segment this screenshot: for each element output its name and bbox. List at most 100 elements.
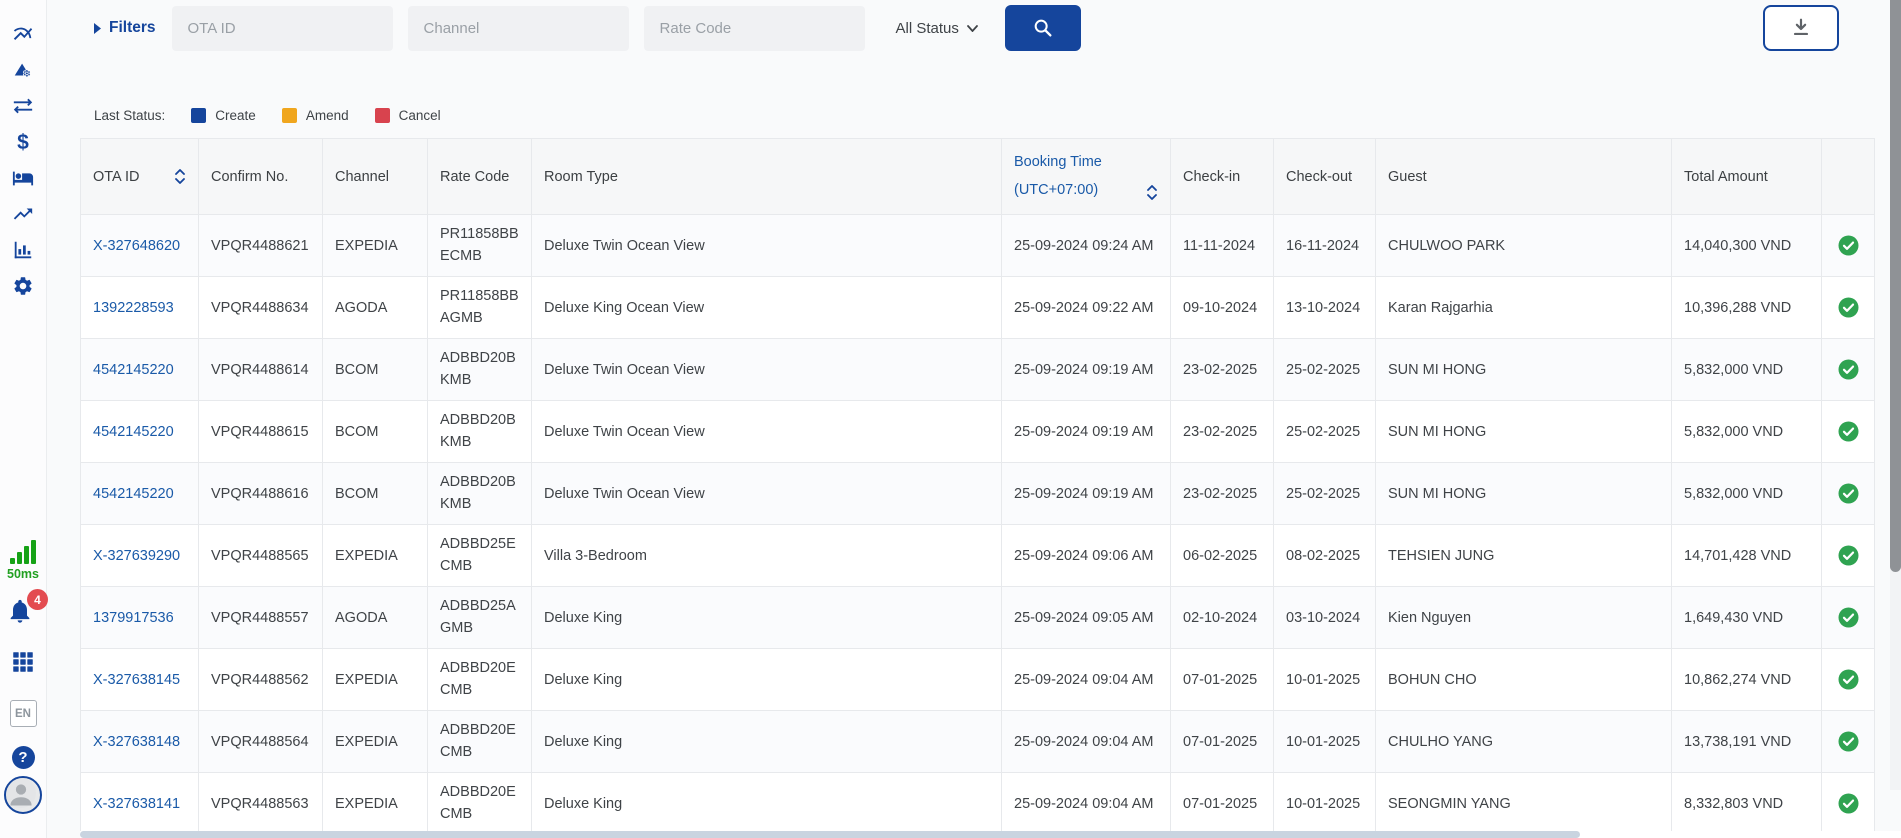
- cell-booking-time: 25-09-2024 09:24 AM: [1002, 215, 1171, 277]
- person-icon: [6, 778, 36, 808]
- success-check-icon: [1838, 607, 1859, 628]
- cell-total-amount: 13,738,191 VND: [1672, 711, 1822, 773]
- header-check-out: Check-out: [1274, 139, 1376, 215]
- search-button[interactable]: [1005, 5, 1081, 51]
- cell-rate-code: ADBBD20ECMB: [428, 711, 532, 773]
- table-row: 1392228593VPQR4488634AGODAPR11858BBAGMBD…: [81, 277, 1875, 339]
- cell-ota-id: 1392228593: [81, 277, 199, 339]
- hotel-bed-icon: [12, 167, 34, 189]
- sort-icon[interactable]: [174, 169, 186, 184]
- cell-rate-code: ADBBD25AGMB: [428, 587, 532, 649]
- cell-ota-id: 4542145220: [81, 339, 199, 401]
- vertical-scrollbar-thumb[interactable]: [1890, 0, 1901, 572]
- latency-label: 50ms: [7, 567, 39, 581]
- booking-table-body: X-327648620VPQR4488621EXPEDIAPR11858BBEC…: [81, 215, 1875, 835]
- cell-status: [1822, 525, 1875, 587]
- ota-id-link[interactable]: X-327638141: [93, 796, 180, 812]
- cell-guest: TEHSIEN JUNG: [1376, 525, 1672, 587]
- ota-id-link[interactable]: X-327638145: [93, 672, 180, 688]
- sidebar-item-finance[interactable]: $: [8, 124, 38, 160]
- cell-check-out: 10-01-2025: [1274, 649, 1376, 711]
- language-switcher[interactable]: EN: [10, 700, 37, 727]
- ota-id-link[interactable]: 4542145220: [93, 424, 174, 440]
- sidebar-nav: $: [8, 0, 38, 304]
- table-row: 4542145220VPQR4488616BCOMADBBD20BKMBDelu…: [81, 463, 1875, 525]
- cell-channel: AGODA: [323, 587, 428, 649]
- cell-check-out: 10-01-2025: [1274, 711, 1376, 773]
- header-channel: Channel: [323, 139, 428, 215]
- header-booking-time: Booking Time (UTC+07:00): [1002, 139, 1171, 215]
- rate-code-input[interactable]: [644, 6, 865, 51]
- user-avatar[interactable]: [4, 776, 42, 814]
- header-confirm-no: Confirm No.: [199, 139, 323, 215]
- ota-id-link[interactable]: X-327639290: [93, 548, 180, 564]
- multiline-chart-icon: [12, 23, 34, 45]
- cell-booking-time: 25-09-2024 09:22 AM: [1002, 277, 1171, 339]
- cell-check-in: 06-02-2025: [1171, 525, 1274, 587]
- cell-channel: EXPEDIA: [323, 711, 428, 773]
- sidebar-item-settings[interactable]: [8, 268, 38, 304]
- cell-rate-code: PR11858BBAGMB: [428, 277, 532, 339]
- cell-check-out: 25-02-2025: [1274, 339, 1376, 401]
- sidebar-item-trends[interactable]: [8, 196, 38, 232]
- sort-icon[interactable]: [1146, 185, 1158, 200]
- filters-toggle[interactable]: Filters: [94, 19, 156, 37]
- status-legend: Last Status: Create Amend Cancel: [94, 108, 1890, 123]
- bookings-table-container: OTA ID Confirm No. Channel Rate Code Roo…: [80, 138, 1875, 835]
- ota-id-link[interactable]: 4542145220: [93, 362, 174, 378]
- sidebar-item-reports[interactable]: [8, 232, 38, 268]
- channel-input[interactable]: [408, 6, 629, 51]
- cell-room-type: Deluxe King: [532, 773, 1002, 835]
- ota-id-link[interactable]: 4542145220: [93, 486, 174, 502]
- notifications-button[interactable]: 4: [6, 597, 40, 631]
- cell-room-type: Deluxe King: [532, 649, 1002, 711]
- cell-guest: SUN MI HONG: [1376, 339, 1672, 401]
- cell-booking-time: 25-09-2024 09:19 AM: [1002, 339, 1171, 401]
- bar-chart-icon: [12, 239, 34, 261]
- legend-item-cancel: Cancel: [375, 108, 441, 123]
- table-row: 4542145220VPQR4488615BCOMADBBD20BKMBDelu…: [81, 401, 1875, 463]
- table-row: 1379917536VPQR4488557AGODAADBBD25AGMBDel…: [81, 587, 1875, 649]
- cell-confirm-no: VPQR4488562: [199, 649, 323, 711]
- cell-status: [1822, 339, 1875, 401]
- cell-channel: EXPEDIA: [323, 649, 428, 711]
- apps-menu-button[interactable]: [10, 649, 36, 680]
- table-row: X-327648620VPQR4488621EXPEDIAPR11858BBEC…: [81, 215, 1875, 277]
- header-check-in: Check-in: [1171, 139, 1274, 215]
- cell-booking-time: 25-09-2024 09:04 AM: [1002, 773, 1171, 835]
- ota-id-link[interactable]: 1392228593: [93, 300, 174, 316]
- cell-ota-id: 4542145220: [81, 401, 199, 463]
- sidebar-item-analytics-settings[interactable]: [8, 52, 38, 88]
- cell-booking-time: 25-09-2024 09:04 AM: [1002, 711, 1171, 773]
- swap-arrows-icon: [12, 95, 34, 117]
- cell-room-type: Deluxe King Ocean View: [532, 277, 1002, 339]
- sidebar-item-rooms[interactable]: [8, 160, 38, 196]
- settings-gear-icon: [12, 275, 34, 297]
- cell-check-in: 02-10-2024: [1171, 587, 1274, 649]
- chevron-down-icon: [967, 25, 978, 32]
- header-label: OTA ID: [93, 169, 139, 185]
- cell-check-in: 23-02-2025: [1171, 339, 1274, 401]
- cell-rate-code: ADBBD20BKMB: [428, 401, 532, 463]
- table-row: X-327639290VPQR4488565EXPEDIAADBBD25ECMB…: [81, 525, 1875, 587]
- help-button[interactable]: ?: [12, 746, 35, 769]
- ota-id-link[interactable]: X-327648620: [93, 238, 180, 254]
- cell-status: [1822, 277, 1875, 339]
- download-button[interactable]: [1763, 5, 1839, 51]
- status-dropdown[interactable]: All Status: [896, 20, 978, 37]
- ota-id-link[interactable]: X-327638148: [93, 734, 180, 750]
- cell-guest: BOHUN CHO: [1376, 649, 1672, 711]
- ota-id-link[interactable]: 1379917536: [93, 610, 174, 626]
- cell-total-amount: 14,701,428 VND: [1672, 525, 1822, 587]
- cell-check-in: 23-02-2025: [1171, 463, 1274, 525]
- cell-ota-id: X-327638148: [81, 711, 199, 773]
- ota-id-input[interactable]: [172, 6, 393, 51]
- sidebar-item-transactions[interactable]: [8, 88, 38, 124]
- cell-check-in: 07-01-2025: [1171, 649, 1274, 711]
- horizontal-scrollbar-thumb[interactable]: [80, 831, 1580, 838]
- cell-status: [1822, 711, 1875, 773]
- horizontal-scrollbar[interactable]: [80, 831, 1901, 838]
- cell-check-out: 08-02-2025: [1274, 525, 1376, 587]
- sidebar-item-dashboard[interactable]: [8, 16, 38, 52]
- cell-rate-code: PR11858BBECMB: [428, 215, 532, 277]
